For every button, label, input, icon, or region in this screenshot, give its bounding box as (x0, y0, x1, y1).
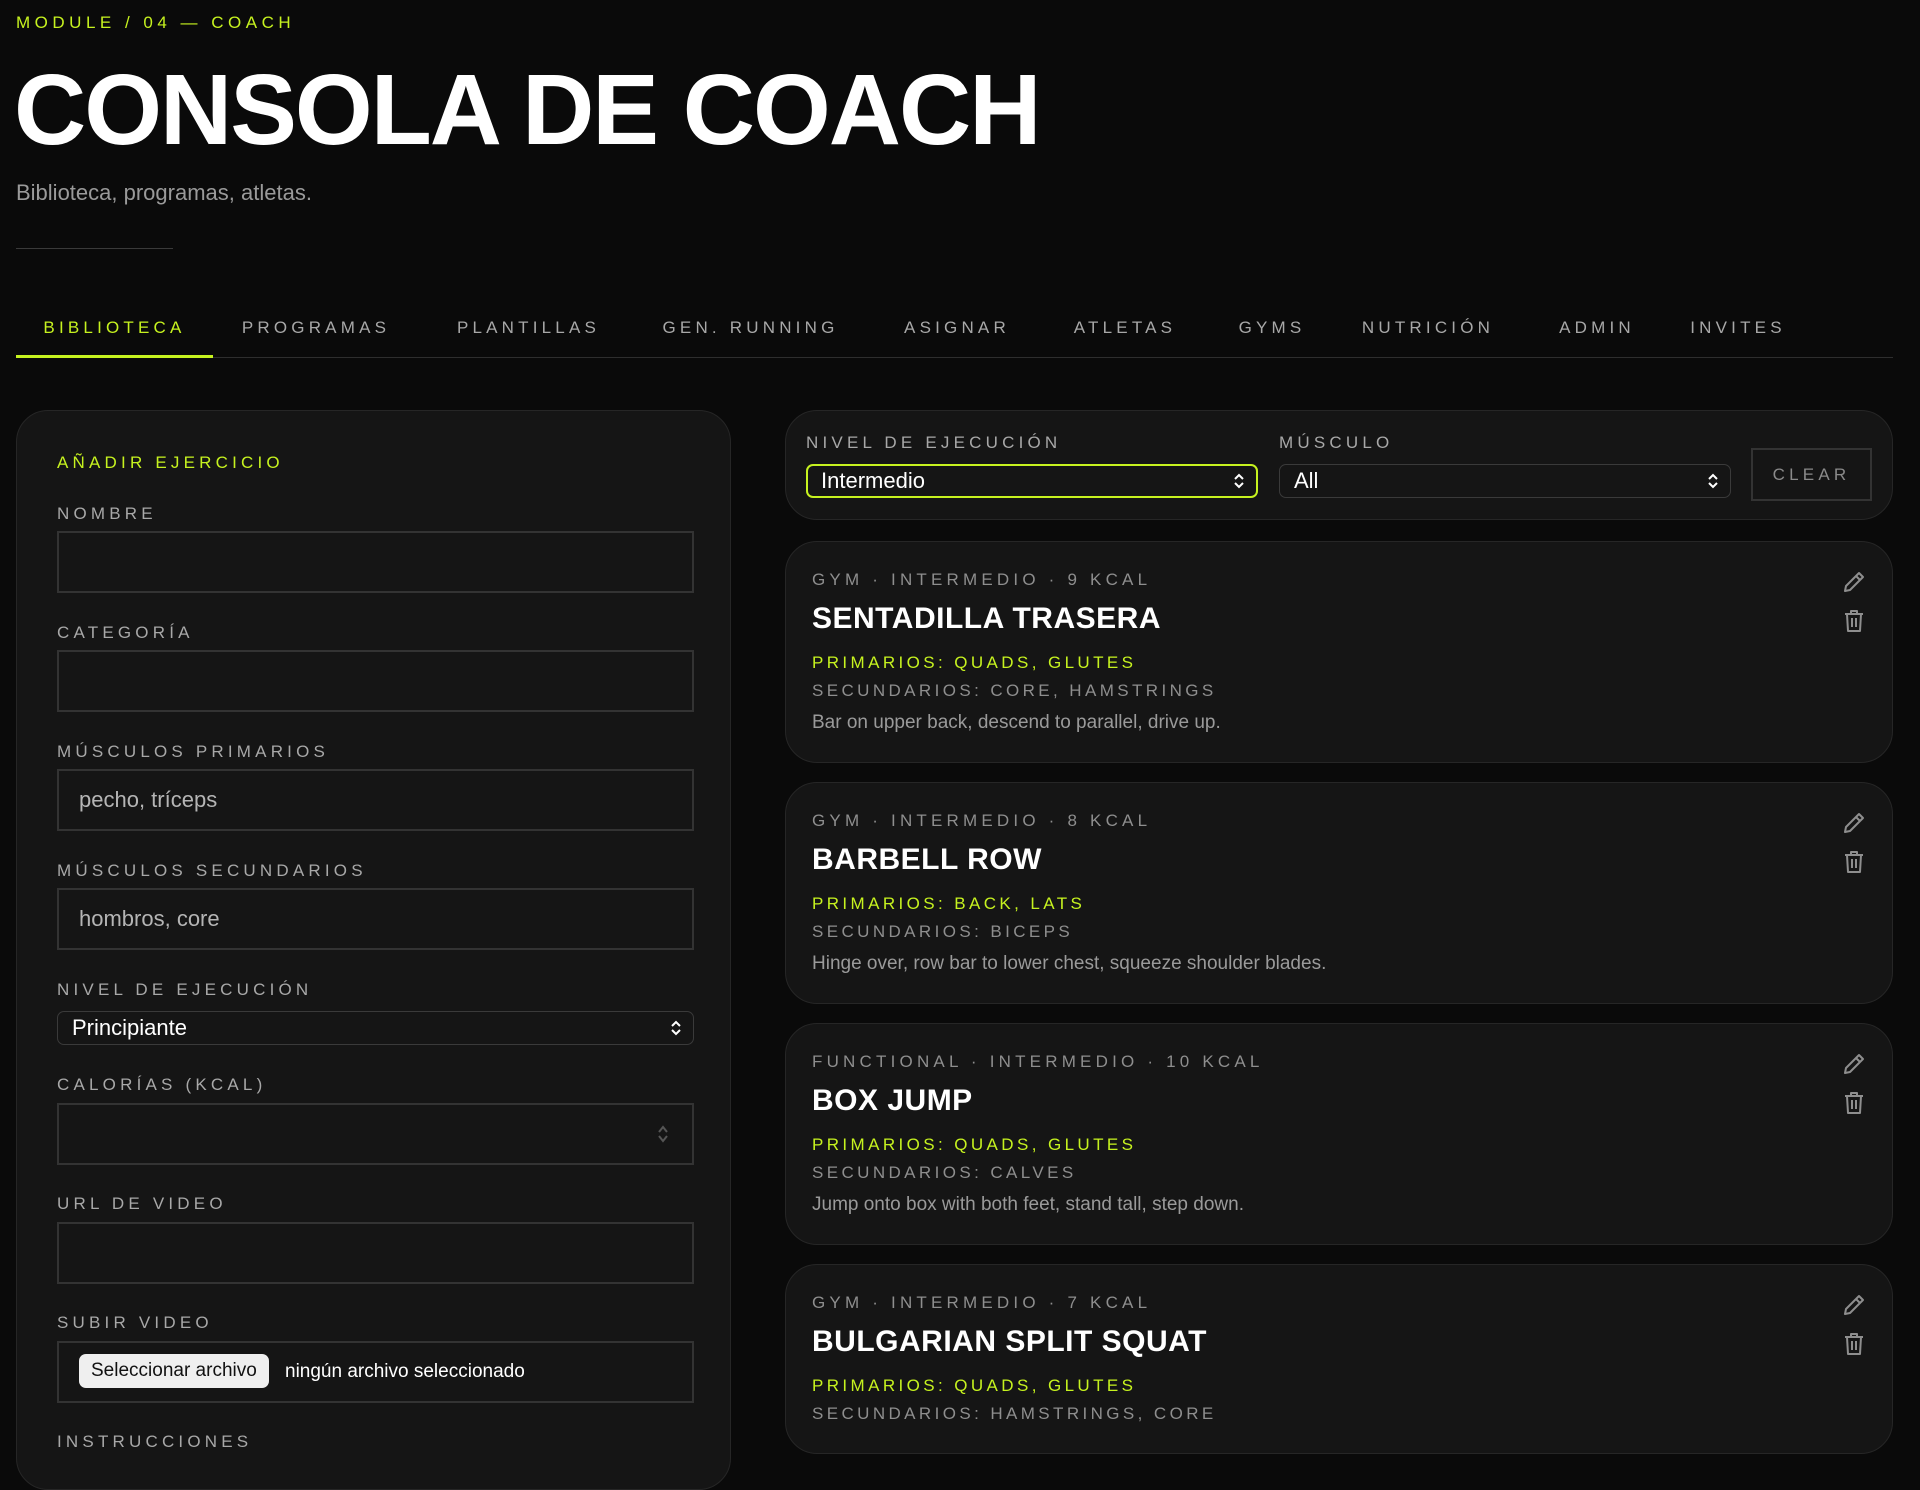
exercise-name: BULGARIAN SPLIT SQUAT (812, 1325, 1207, 1358)
instrucciones-label: INSTRUCCIONES (57, 1432, 253, 1451)
tab-plantillas[interactable]: PLANTILLAS (452, 300, 605, 355)
exercise-card: FUNCTIONAL · INTERMEDIO · 10 KCAL BOX JU… (785, 1023, 1893, 1245)
filter-nivel-label: NIVEL DE EJECUCIÓN (806, 433, 1062, 452)
tab-nutricion[interactable]: NUTRICIÓN (1350, 300, 1506, 355)
exercise-primary-muscles: PRIMARIOS: QUADS, GLUTES (812, 653, 1137, 672)
exercise-primary-muscles: PRIMARIOS: QUADS, GLUTES (812, 1376, 1137, 1395)
nivel-select-value: Principiante (72, 1015, 187, 1040)
trash-icon[interactable] (1840, 1089, 1868, 1117)
exercise-primary-muscles: PRIMARIOS: BACK, LATS (812, 894, 1086, 913)
exercise-meta: GYM · INTERMEDIO · 8 KCAL (812, 811, 1152, 830)
exercise-card: GYM · INTERMEDIO · 8 KCAL BARBELL ROW PR… (785, 782, 1893, 1004)
exercise-meta: GYM · INTERMEDIO · 7 KCAL (812, 1293, 1152, 1312)
filter-bar: NIVEL DE EJECUCIÓN Intermedio MÚSCULO Al… (785, 410, 1893, 520)
tab-admin[interactable]: ADMIN (1541, 300, 1653, 355)
filter-musculo-select[interactable]: All (1279, 464, 1731, 498)
exercise-name: SENTADILLA TRASERA (812, 602, 1161, 635)
select-file-button[interactable]: Seleccionar archivo (79, 1354, 269, 1388)
filter-nivel-value: Intermedio (821, 468, 925, 493)
chevron-updown-icon (1234, 473, 1244, 489)
exercise-secondary-muscles: SECUNDARIOS: BICEPS (812, 922, 1074, 941)
trash-icon[interactable] (1840, 1330, 1868, 1358)
pencil-icon[interactable] (1840, 1291, 1868, 1319)
trash-icon[interactable] (1840, 848, 1868, 876)
url-label: URL DE VIDEO (57, 1194, 227, 1213)
tab-biblioteca[interactable]: BIBLIOTECA (16, 300, 213, 358)
exercise-primary-muscles: PRIMARIOS: QUADS, GLUTES (812, 1135, 1137, 1154)
primarios-label: MÚSCULOS PRIMARIOS (57, 742, 330, 761)
exercise-card: GYM · INTERMEDIO · 9 KCAL SENTADILLA TRA… (785, 541, 1893, 763)
pencil-icon[interactable] (1840, 1050, 1868, 1078)
tab-programas[interactable]: PROGRAMAS (241, 300, 391, 355)
exercise-meta: FUNCTIONAL · INTERMEDIO · 10 KCAL (812, 1052, 1264, 1071)
exercise-description: Bar on upper back, descend to parallel, … (812, 712, 1221, 733)
calorias-label: CALORÍAS (KCAL) (57, 1075, 267, 1094)
chevron-updown-icon (671, 1020, 681, 1036)
page-subtitle: Biblioteca, programas, atletas. (16, 180, 312, 205)
exercise-name: BARBELL ROW (812, 843, 1042, 876)
tab-gyms[interactable]: GYMS (1222, 300, 1322, 355)
chevron-updown-icon (1708, 473, 1718, 489)
module-kicker: MODULE / 04 — COACH (16, 13, 296, 32)
pencil-icon[interactable] (1840, 809, 1868, 837)
exercise-name: BOX JUMP (812, 1084, 973, 1117)
exercise-secondary-muscles: SECUNDARIOS: HAMSTRINGS, CORE (812, 1404, 1217, 1423)
nombre-label: NOMBRE (57, 504, 157, 523)
exercise-secondary-muscles: SECUNDARIOS: CALVES (812, 1163, 1077, 1182)
categoria-input[interactable] (57, 650, 694, 712)
url-input[interactable] (57, 1222, 694, 1284)
tab-asignar[interactable]: ASIGNAR (893, 300, 1021, 355)
file-upload-field: Seleccionar archivo ningún archivo selec… (57, 1341, 694, 1403)
secundarios-label: MÚSCULOS SECUNDARIOS (57, 861, 367, 880)
subir-video-label: SUBIR VIDEO (57, 1313, 213, 1332)
tab-invites[interactable]: INVITES (1677, 300, 1799, 355)
tab-bar: BIBLIOTECA PROGRAMAS PLANTILLAS GEN. RUN… (16, 300, 1893, 358)
file-status: ningún archivo seleccionado (285, 1361, 525, 1382)
exercise-description: Jump onto box with both feet, stand tall… (812, 1194, 1244, 1215)
filter-musculo-value: All (1294, 468, 1319, 493)
trash-icon[interactable] (1840, 607, 1868, 635)
categoria-label: CATEGORÍA (57, 623, 194, 642)
divider (16, 248, 173, 249)
calorias-input[interactable] (57, 1103, 694, 1165)
secundarios-input[interactable]: hombros, core (57, 888, 694, 950)
primarios-input[interactable]: pecho, tríceps (57, 769, 694, 831)
tab-atletas[interactable]: ATLETAS (1060, 300, 1190, 355)
exercise-card: GYM · INTERMEDIO · 7 KCAL BULGARIAN SPLI… (785, 1264, 1893, 1454)
filter-musculo-label: MÚSCULO (1279, 433, 1394, 452)
pencil-icon[interactable] (1840, 568, 1868, 596)
nombre-input[interactable] (57, 531, 694, 593)
number-spinner-icon[interactable] (656, 1123, 670, 1145)
exercise-description: Hinge over, row bar to lower chest, sque… (812, 953, 1327, 974)
exercise-meta: GYM · INTERMEDIO · 9 KCAL (812, 570, 1152, 589)
add-exercise-panel: AÑADIR EJERCICIO NOMBRE CATEGORÍA MÚSCUL… (16, 410, 731, 1490)
filter-nivel-select[interactable]: Intermedio (806, 464, 1258, 498)
page-title: CONSOLA DE COACH (14, 54, 1041, 166)
add-exercise-heading: AÑADIR EJERCICIO (57, 453, 284, 472)
exercise-secondary-muscles: SECUNDARIOS: CORE, HAMSTRINGS (812, 681, 1217, 700)
nivel-select[interactable]: Principiante (57, 1011, 694, 1045)
clear-filters-button[interactable]: CLEAR (1751, 448, 1872, 501)
tab-gen-running[interactable]: GEN. RUNNING (657, 300, 844, 355)
nivel-label: NIVEL DE EJECUCIÓN (57, 980, 313, 999)
